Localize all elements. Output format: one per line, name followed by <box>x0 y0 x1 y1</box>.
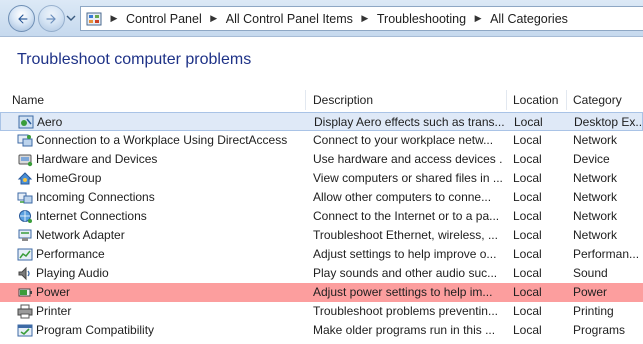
item-description: View computers or shared files in ... <box>313 171 503 185</box>
item-description: Adjust power settings to help im... <box>313 285 493 299</box>
breadcrumb-separator-icon[interactable]: ▶ <box>206 12 222 26</box>
network-adapter-icon <box>18 229 32 241</box>
item-category: Programs <box>573 323 626 337</box>
item-category: Network <box>573 228 618 242</box>
list-item[interactable]: Network Adapter Troubleshoot Ethernet, wi… <box>0 226 643 245</box>
item-name: HomeGroup <box>36 171 102 185</box>
item-name: Connection to a Workplace Using DirectAc… <box>36 133 288 147</box>
breadcrumb-all-items[interactable]: All Control Panel Items <box>222 12 357 26</box>
item-name: Performance <box>36 247 105 261</box>
item-category: Performan... <box>573 247 640 261</box>
forward-button[interactable] <box>38 5 65 32</box>
item-category: Device <box>573 152 610 166</box>
troubleshooting-window: ▶ Control Panel ▶ All Control Panel Item… <box>0 0 643 344</box>
item-description: Play sounds and other audio suc... <box>313 266 498 280</box>
item-category: Printing <box>573 304 614 318</box>
item-location: Local <box>513 190 542 204</box>
item-location: Local <box>513 323 542 337</box>
item-name: Program Compatibility <box>36 323 155 337</box>
item-description: Troubleshoot problems preventin... <box>313 304 498 318</box>
breadcrumb-separator-icon[interactable]: ▶ <box>357 12 373 26</box>
item-description: Troubleshoot Ethernet, wireless, ... <box>313 228 498 242</box>
item-category: Network <box>573 133 618 147</box>
item-category: Desktop Ex... <box>574 115 643 129</box>
item-name: Hardware and Devices <box>36 152 158 166</box>
list-item[interactable]: Playing Audio Play sounds and other audio… <box>0 264 643 283</box>
forward-arrow-icon <box>45 13 56 24</box>
page-title: Troubleshoot computer problems <box>17 51 252 68</box>
directaccess-icon <box>17 134 33 147</box>
item-location: Local <box>513 152 542 166</box>
item-name: Internet Connections <box>36 209 147 223</box>
item-description: Allow other computers to conne... <box>313 190 492 204</box>
aero-icon <box>18 115 34 129</box>
item-location: Local <box>513 171 542 185</box>
item-name: Incoming Connections <box>36 190 155 204</box>
homegroup-icon <box>17 172 33 185</box>
item-description: Make older programs run in this ... <box>313 323 496 337</box>
incoming-connections-icon <box>17 192 33 204</box>
program-compatibility-icon <box>17 324 33 337</box>
column-header-category[interactable]: Category <box>569 90 643 110</box>
item-location: Local <box>513 266 542 280</box>
performance-icon <box>17 248 33 261</box>
breadcrumb-separator-icon[interactable]: ▶ <box>470 12 486 26</box>
item-description: Connect to the Internet or to a pa... <box>313 209 500 223</box>
item-category: Network <box>573 209 618 223</box>
list-item[interactable]: Power Adjust power settings to help im...… <box>0 283 643 302</box>
recent-pages-dropdown-icon[interactable] <box>66 14 76 22</box>
list-rows: Aero Display Aero effects such as trans..… <box>0 112 643 340</box>
list-header: Name Description Location Category <box>0 90 643 110</box>
list-item[interactable]: Hardware and Devices Use hardware and acc… <box>0 150 643 169</box>
address-toolbar: ▶ Control Panel ▶ All Control Panel Item… <box>0 0 643 37</box>
item-description: Connect to your workplace netw... <box>313 133 494 147</box>
troubleshooter-list: Name Description Location Category Aero D… <box>0 90 643 344</box>
item-name: Network Adapter <box>36 228 125 242</box>
audio-icon <box>18 266 30 281</box>
list-item[interactable]: HomeGroup View computers or shared files … <box>0 169 643 188</box>
power-icon <box>18 288 32 297</box>
item-description: Display Aero effects such as trans... <box>314 115 504 129</box>
item-location: Local <box>513 304 542 318</box>
column-header-name[interactable]: Name <box>8 90 306 110</box>
control-panel-icon <box>86 12 102 25</box>
internet-connections-icon <box>19 210 32 223</box>
item-name: Printer <box>36 304 72 318</box>
item-location: Local <box>514 115 543 129</box>
back-button[interactable] <box>8 5 35 32</box>
list-item[interactable]: Program Compatibility Make older programs… <box>0 321 643 340</box>
item-location: Local <box>513 247 542 261</box>
back-arrow-icon <box>16 13 28 24</box>
list-item[interactable]: Connection to a Workplace Using DirectAc… <box>0 131 643 150</box>
item-category: Network <box>573 171 618 185</box>
item-name: Power <box>36 285 71 299</box>
item-name: Playing Audio <box>36 266 109 280</box>
item-location: Local <box>513 285 542 299</box>
printer-icon <box>17 304 33 319</box>
breadcrumb-control-panel[interactable]: Control Panel <box>122 12 206 26</box>
item-description: Use hardware and access devices ... <box>313 152 503 166</box>
list-item[interactable]: Performance Adjust settings to help impro… <box>0 245 643 264</box>
item-description: Adjust settings to help improve o... <box>313 247 497 261</box>
item-location: Local <box>513 133 542 147</box>
breadcrumb-troubleshooting[interactable]: Troubleshooting <box>373 12 470 26</box>
column-header-description[interactable]: Description <box>309 90 507 110</box>
list-item[interactable]: Printer Troubleshoot problems preventin..… <box>0 302 643 321</box>
column-header-location[interactable]: Location <box>509 90 567 110</box>
address-bar[interactable]: ▶ Control Panel ▶ All Control Panel Item… <box>80 6 643 31</box>
breadcrumb-separator-icon[interactable]: ▶ <box>106 12 122 26</box>
item-category: Network <box>573 190 618 204</box>
item-location: Local <box>513 228 542 242</box>
item-category: Sound <box>573 266 608 280</box>
list-item[interactable]: Internet Connections Connect to the Inter… <box>0 207 643 226</box>
breadcrumb-all-categories[interactable]: All Categories <box>486 12 572 26</box>
hardware-icon <box>18 154 33 167</box>
item-name: Aero <box>37 115 63 129</box>
list-item[interactable]: Aero Display Aero effects such as trans..… <box>0 112 643 131</box>
item-category: Power <box>573 285 608 299</box>
list-item[interactable]: Incoming Connections Allow other computer… <box>0 188 643 207</box>
item-location: Local <box>513 209 542 223</box>
